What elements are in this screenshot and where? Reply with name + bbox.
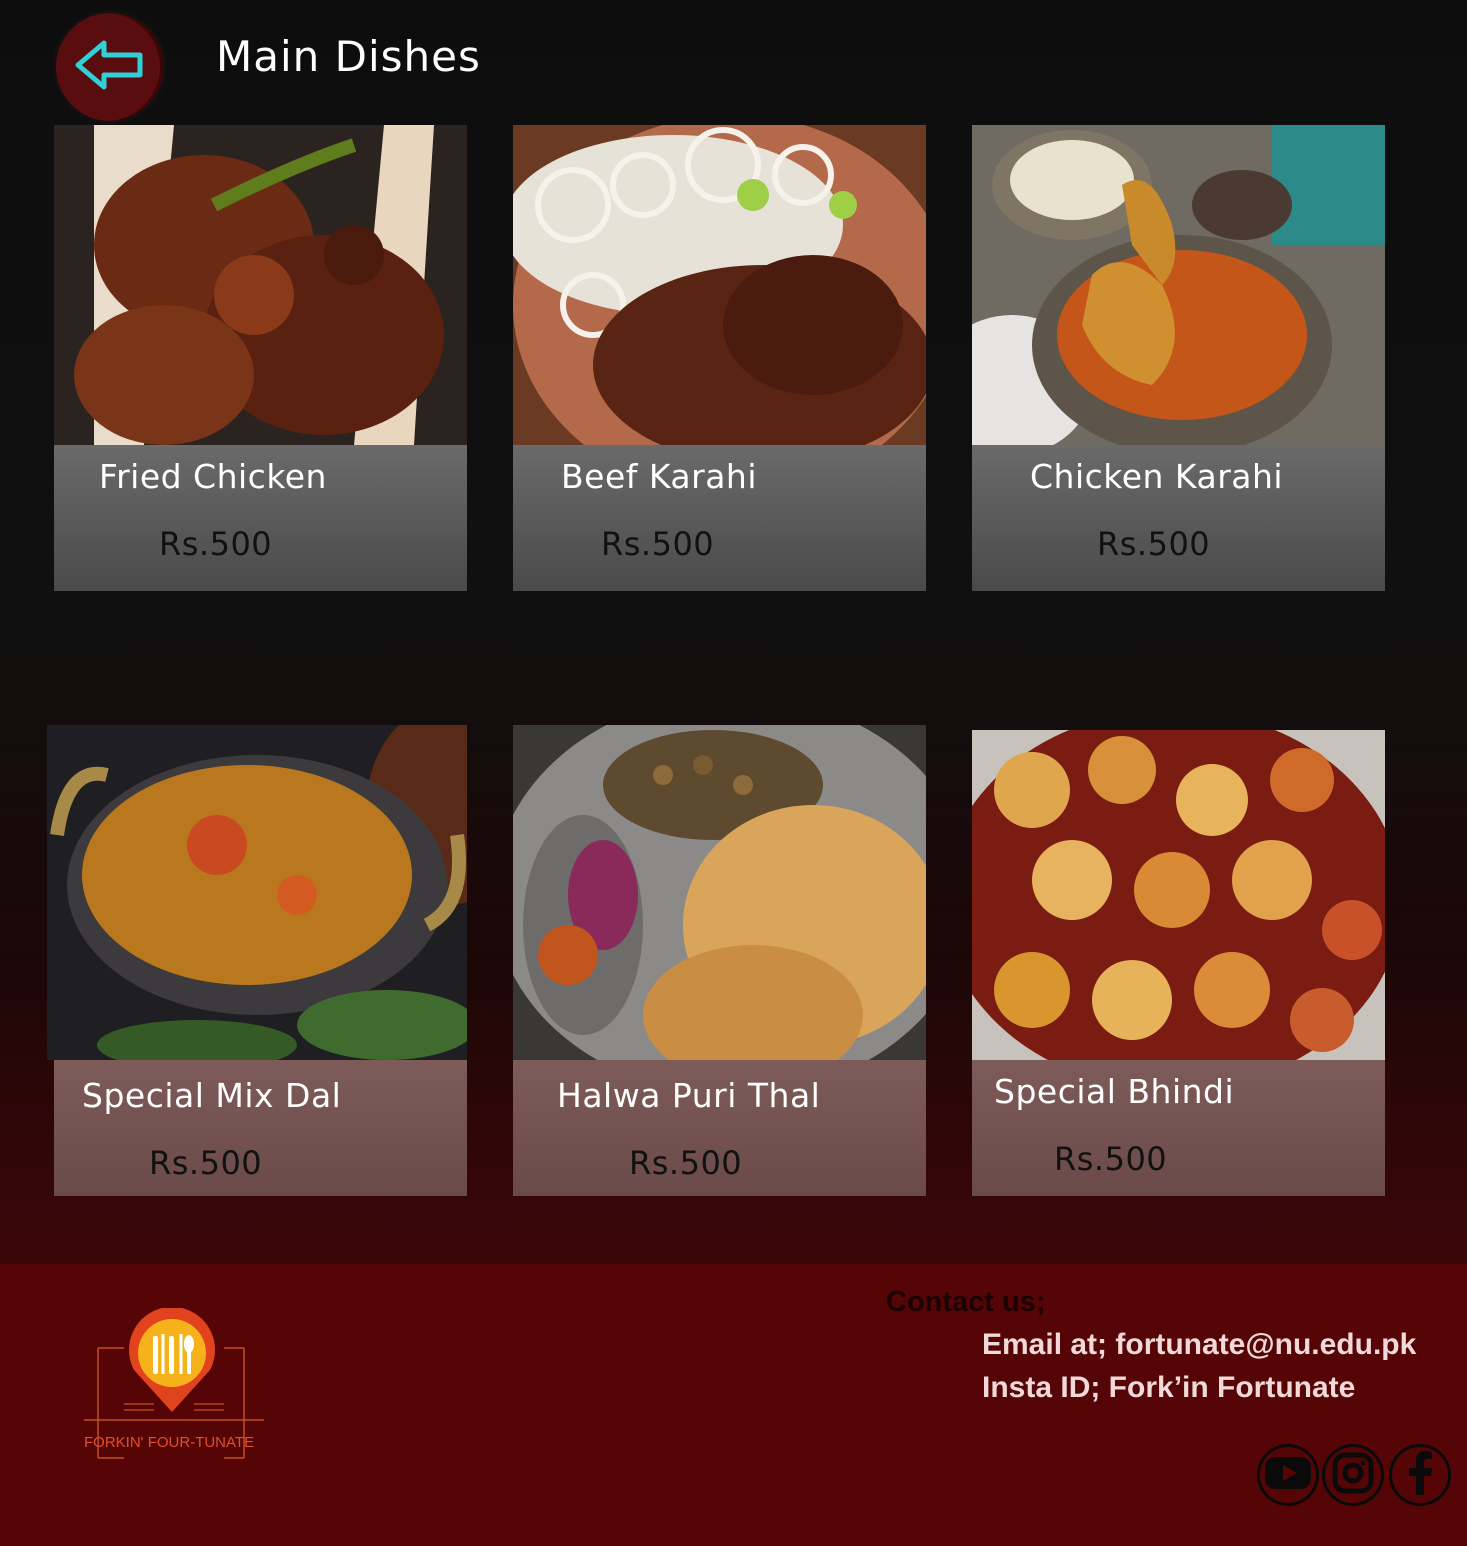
- dish-card-chicken-karahi[interactable]: Chicken Karahi Rs.500: [972, 125, 1385, 591]
- dish-image: [972, 125, 1385, 445]
- back-arrow-icon: [74, 39, 146, 95]
- contact-email[interactable]: Email at; fortunate@nu.edu.pk: [982, 1328, 1416, 1362]
- dish-name: Fried Chicken: [99, 457, 327, 496]
- dish-image: [513, 725, 926, 1060]
- dish-card-halwa-puri-thal[interactable]: Halwa Puri Thal Rs.500: [513, 725, 926, 1196]
- logo-text: FORKIN' FOUR-TUNATE: [84, 1434, 255, 1451]
- dish-price: Rs.500: [149, 1144, 263, 1182]
- instagram-button[interactable]: [1322, 1444, 1384, 1506]
- dish-card-special-bhindi[interactable]: Special Bhindi Rs.500: [972, 730, 1385, 1196]
- dish-name: Chicken Karahi: [1030, 457, 1284, 496]
- dish-image: [54, 125, 467, 445]
- dish-info: Beef Karahi Rs.500: [513, 445, 926, 591]
- dish-name: Special Bhindi: [994, 1072, 1235, 1111]
- dish-info: Halwa Puri Thal Rs.500: [513, 1060, 926, 1196]
- dish-price: Rs.500: [601, 525, 715, 563]
- dish-name: Special Mix Dal: [82, 1076, 342, 1115]
- dish-card-special-mix-dal[interactable]: Special Mix Dal Rs.500: [47, 725, 467, 1196]
- back-button[interactable]: [53, 10, 167, 124]
- dish-card-fried-chicken[interactable]: Fried Chicken Rs.500: [54, 125, 467, 591]
- dish-info: Special Bhindi Rs.500: [972, 1060, 1385, 1196]
- dish-price: Rs.500: [1097, 525, 1211, 563]
- youtube-icon: [1264, 1455, 1312, 1495]
- dish-info: Chicken Karahi Rs.500: [972, 445, 1385, 591]
- contact-insta[interactable]: Insta ID; Fork’in Fortunate: [982, 1371, 1355, 1405]
- youtube-button[interactable]: [1257, 1444, 1319, 1506]
- facebook-icon: [1405, 1451, 1435, 1499]
- contact-heading: Contact us;: [886, 1286, 1046, 1318]
- brand-logo: FORKIN' FOUR-TUNATE: [84, 1306, 264, 1468]
- dish-card-beef-karahi[interactable]: Beef Karahi Rs.500: [513, 125, 926, 591]
- dish-image: [47, 725, 467, 1060]
- page-title: Main Dishes: [216, 32, 481, 81]
- footer: FORKIN' FOUR-TUNATE Contact us; Email at…: [0, 1264, 1467, 1546]
- instagram-icon: [1332, 1452, 1374, 1498]
- dish-name: Halwa Puri Thal: [557, 1076, 821, 1115]
- dish-name: Beef Karahi: [561, 457, 758, 496]
- dish-price: Rs.500: [629, 1144, 743, 1182]
- dish-image: [513, 125, 926, 445]
- dish-image: [972, 730, 1385, 1060]
- facebook-button[interactable]: [1389, 1444, 1451, 1506]
- dish-price: Rs.500: [159, 525, 273, 563]
- dish-info: Special Mix Dal Rs.500: [54, 1060, 467, 1196]
- dish-info: Fried Chicken Rs.500: [54, 445, 467, 591]
- dish-price: Rs.500: [1054, 1140, 1168, 1178]
